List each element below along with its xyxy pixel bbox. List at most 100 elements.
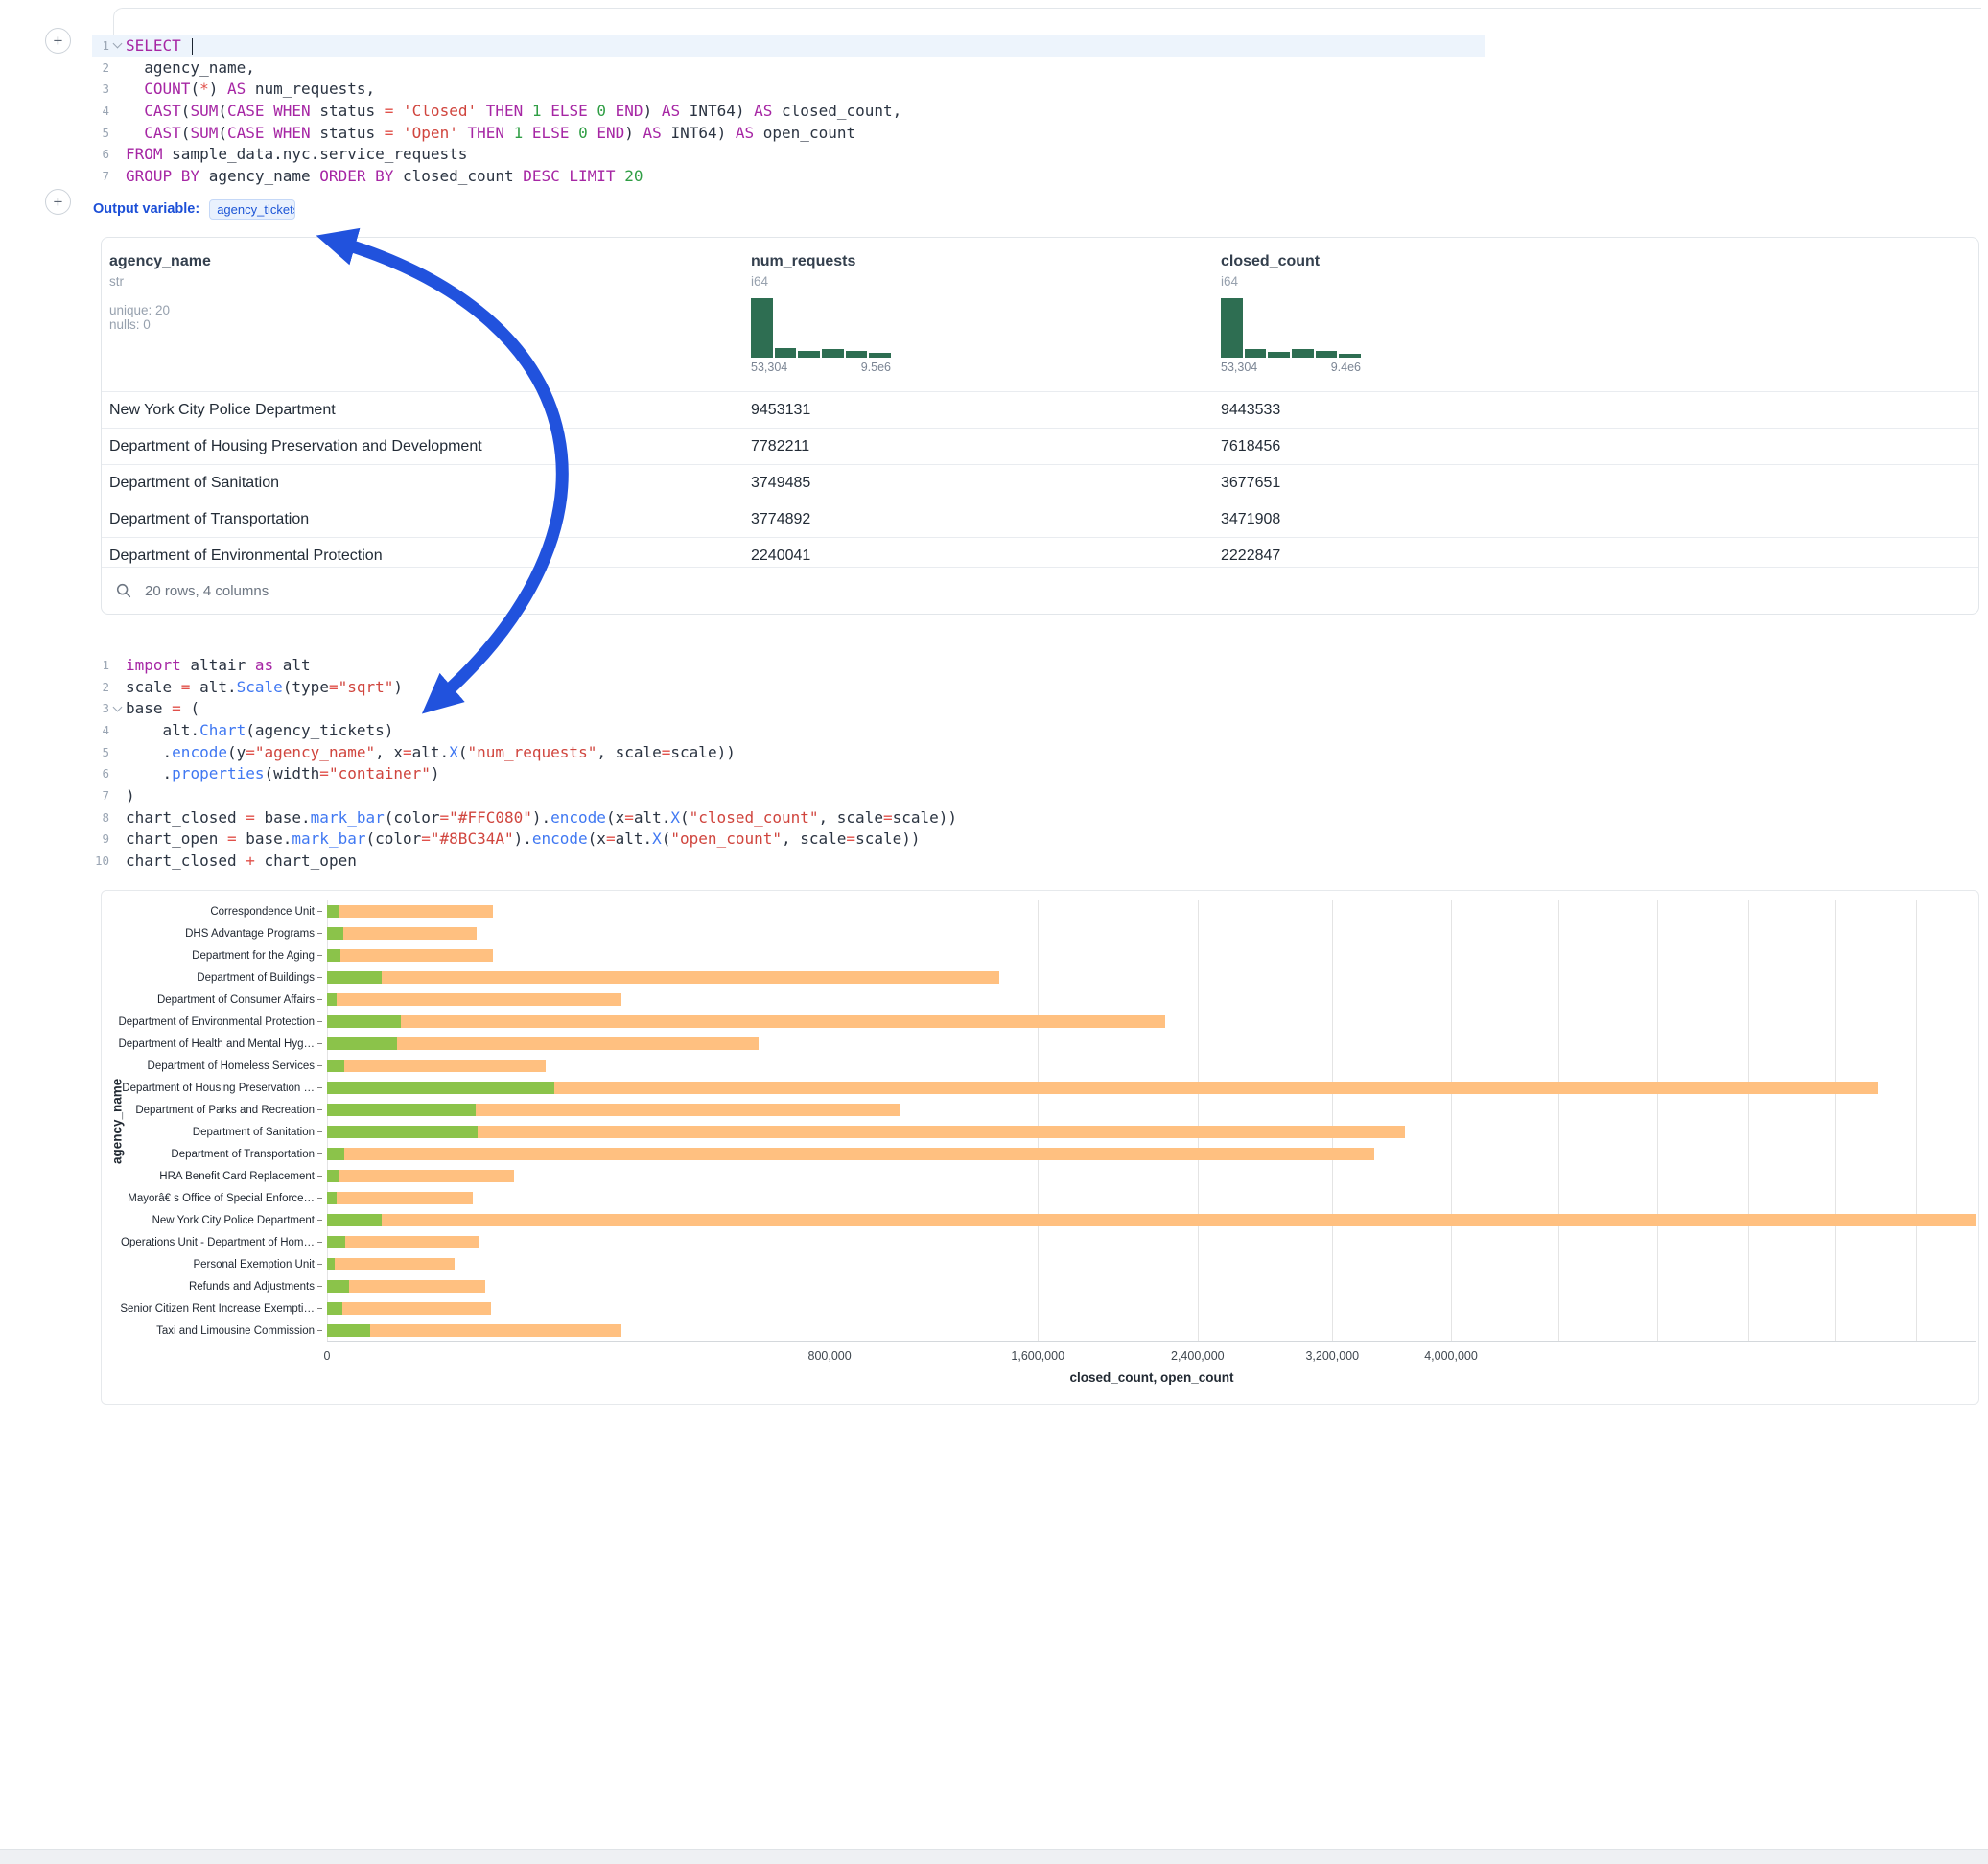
bar-open_count[interactable] [327, 1236, 345, 1248]
bar-closed_count[interactable] [327, 993, 621, 1006]
code-text: chart_closed + chart_open [126, 851, 357, 870]
bar-open_count[interactable] [327, 1302, 342, 1315]
code-line[interactable]: 6FROM sample_data.nyc.service_requests [92, 143, 1485, 165]
y-axis-label-row: Senior Citizen Rent Increase Exempti… [102, 1297, 322, 1319]
table-row[interactable]: Department of Transportation377489234719… [102, 501, 1978, 537]
bar-open_count[interactable] [327, 1037, 397, 1050]
bar-closed_count[interactable] [327, 971, 999, 984]
bar-closed_count[interactable] [327, 1236, 479, 1248]
y-axis-label: Department of Homeless Services [148, 1060, 315, 1072]
code-line[interactable]: 1SELECT [92, 35, 1485, 57]
code-line[interactable]: 1import altair as alt [92, 654, 1485, 676]
bar-closed_count[interactable] [327, 1015, 1165, 1028]
table-cell: 7782211 [751, 438, 1221, 455]
y-axis-label-row: Personal Exemption Unit [102, 1253, 322, 1275]
collapse-caret-icon[interactable] [109, 707, 126, 711]
bar-open_count[interactable] [327, 905, 339, 918]
code-line[interactable]: 6 .properties(width="container") [92, 762, 1485, 784]
output-variable-badge[interactable]: agency_tickets [209, 199, 295, 220]
code-line[interactable]: 9chart_open = base.mark_bar(color="#8BC3… [92, 828, 1485, 850]
histogram-bar [822, 349, 844, 358]
bar-closed_count[interactable] [327, 905, 493, 918]
bar-closed_count[interactable] [327, 1324, 621, 1337]
bar-open_count[interactable] [327, 971, 382, 984]
gridline [327, 900, 328, 1341]
line-number: 4 [92, 104, 109, 118]
bar-closed_count[interactable] [327, 1280, 485, 1293]
code-line[interactable]: 4 CAST(SUM(CASE WHEN status = 'Closed' T… [92, 100, 1485, 122]
table-cell: 2240041 [751, 548, 1221, 565]
code-line[interactable]: 2 agency_name, [92, 57, 1485, 79]
bar-closed_count[interactable] [327, 1214, 1976, 1226]
bar-closed_count[interactable] [327, 1192, 473, 1204]
bar-open_count[interactable] [327, 1148, 344, 1160]
python-cell-editor[interactable]: 1import altair as alt2scale = alt.Scale(… [92, 654, 1485, 872]
chart-card: agency_name Correspondence UnitDHS Advan… [101, 890, 1979, 1405]
code-line[interactable]: 2scale = alt.Scale(type="sqrt") [92, 676, 1485, 698]
bar-open_count[interactable] [327, 1258, 335, 1270]
y-axis-label-row: Correspondence Unit [102, 900, 322, 922]
bar-open_count[interactable] [327, 949, 340, 962]
sql-cell-editor[interactable]: 1SELECT 2 agency_name,3 COUNT(*) AS num_… [92, 35, 1485, 187]
code-line[interactable]: 10 chart_closed + chart_open [92, 850, 1485, 872]
y-axis-label: Taxi and Limousine Commission [156, 1325, 315, 1337]
code-line[interactable]: 5 .encode(y="agency_name", x=alt.X("num_… [92, 741, 1485, 763]
y-tick-mark [317, 1153, 322, 1154]
bar-open_count[interactable] [327, 1170, 339, 1182]
code-line[interactable]: 5 CAST(SUM(CASE WHEN status = 'Open' THE… [92, 122, 1485, 144]
bar-closed_count[interactable] [327, 1082, 1878, 1094]
code-line[interactable]: 3 COUNT(*) AS num_requests, [92, 78, 1485, 100]
table-row[interactable]: Department of Housing Preservation and D… [102, 428, 1978, 464]
bar-open_count[interactable] [327, 993, 337, 1006]
line-number: 3 [92, 82, 109, 96]
y-axis-label: Mayorâ€ s Office of Special Enforce… [128, 1193, 315, 1204]
code-text: base = ( [126, 699, 199, 717]
bar-closed_count[interactable] [327, 1148, 1374, 1160]
bar-closed_count[interactable] [327, 1060, 546, 1072]
cell-border [113, 8, 1981, 37]
search-icon[interactable] [115, 582, 132, 599]
bar-open_count[interactable] [327, 1280, 349, 1293]
bar-open_count[interactable] [327, 1015, 401, 1028]
histogram-bar [869, 353, 891, 358]
y-axis-label-row: Refunds and Adjustments [102, 1275, 322, 1297]
table-cell: Department of Environmental Protection [102, 548, 751, 565]
bar-closed_count[interactable] [327, 1258, 455, 1270]
code-line[interactable]: 4 alt.Chart(agency_tickets) [92, 719, 1485, 741]
y-tick-mark [317, 1043, 322, 1044]
bar-open_count[interactable] [327, 1192, 337, 1204]
line-number: 1 [92, 658, 109, 672]
bar-open_count[interactable] [327, 1324, 370, 1337]
bar-closed_count[interactable] [327, 927, 477, 940]
code-line[interactable]: 7) [92, 784, 1485, 806]
bar-closed_count[interactable] [327, 1302, 491, 1315]
column-name: agency_name [109, 253, 751, 270]
table-row[interactable]: New York City Police Department945313194… [102, 391, 1978, 428]
column-header-agency_name[interactable]: agency_namestrunique: 20nulls: 0 [102, 253, 751, 391]
code-line[interactable]: 7GROUP BY agency_name ORDER BY closed_co… [92, 165, 1485, 187]
bar-open_count[interactable] [327, 1126, 478, 1138]
column-header-num_requests[interactable]: num_requestsi6453,3049.5e6 [751, 253, 1221, 391]
bar-open_count[interactable] [327, 1060, 344, 1072]
add-cell-button-middle[interactable]: + [45, 189, 71, 215]
add-cell-button-top[interactable]: + [45, 28, 71, 54]
bar-closed_count[interactable] [327, 1170, 514, 1182]
bar-open_count[interactable] [327, 1082, 554, 1094]
bar-open_count[interactable] [327, 927, 343, 940]
collapse-caret-icon[interactable] [109, 43, 126, 47]
table-row[interactable]: Department of Sanitation37494853677651 [102, 464, 1978, 501]
column-header-closed_count[interactable]: closed_counti6453,3049.4e6 [1221, 253, 1978, 391]
table-header: agency_namestrunique: 20nulls: 0num_requ… [102, 238, 1978, 391]
code-line[interactable]: 3base = ( [92, 697, 1485, 719]
histogram-bar [1316, 351, 1338, 358]
line-number: 10 [92, 853, 109, 868]
code-line[interactable]: 8chart_closed = base.mark_bar(color="#FF… [92, 806, 1485, 828]
bar-closed_count[interactable] [327, 949, 493, 962]
gridline [1657, 900, 1658, 1341]
bar-closed_count[interactable] [327, 1126, 1405, 1138]
line-number: 6 [92, 147, 109, 161]
bar-open_count[interactable] [327, 1104, 476, 1116]
y-axis-label-row: Department of Consumer Affairs [102, 989, 322, 1011]
y-axis-label: Department of Health and Mental Hyg… [118, 1038, 315, 1050]
bar-open_count[interactable] [327, 1214, 382, 1226]
